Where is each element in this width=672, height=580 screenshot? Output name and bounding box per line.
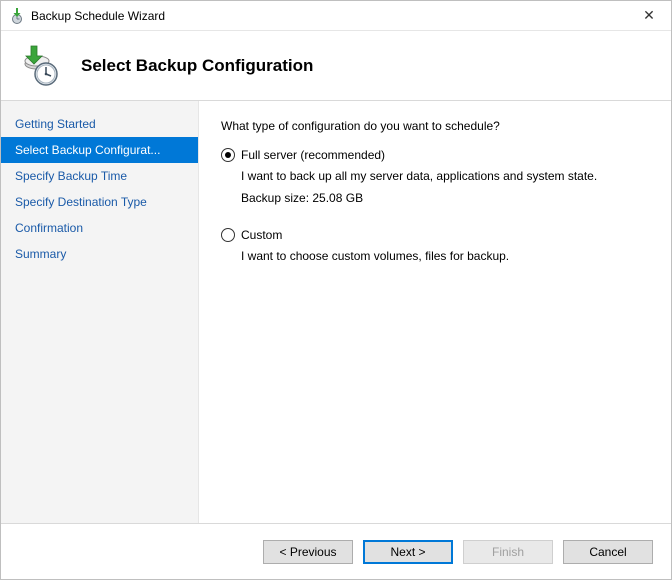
option-full-server-size: Backup size: 25.08 GB bbox=[241, 189, 649, 207]
sidebar-step-confirmation[interactable]: Confirmation bbox=[1, 215, 198, 241]
footer: < Previous Next > Finish Cancel bbox=[1, 523, 671, 579]
content-pane: What type of configuration do you want t… bbox=[199, 101, 671, 523]
wizard-window: Backup Schedule Wizard ✕ Select Backup C… bbox=[0, 0, 672, 580]
sidebar-step-specify-backup-time[interactable]: Specify Backup Time bbox=[1, 163, 198, 189]
sidebar-step-getting-started[interactable]: Getting Started bbox=[1, 111, 198, 137]
radio-full-server[interactable] bbox=[221, 148, 235, 162]
option-custom-desc: I want to choose custom volumes, files f… bbox=[241, 247, 649, 265]
window-title: Backup Schedule Wizard bbox=[31, 9, 627, 23]
next-button[interactable]: Next > bbox=[363, 540, 453, 564]
body: Getting Started Select Backup Configurat… bbox=[1, 101, 671, 523]
header: Select Backup Configuration bbox=[1, 31, 671, 101]
sidebar-step-select-backup-config[interactable]: Select Backup Configurat... bbox=[1, 137, 198, 163]
page-title: Select Backup Configuration bbox=[81, 56, 313, 76]
option-custom-label: Custom bbox=[241, 227, 282, 243]
app-icon bbox=[9, 8, 25, 24]
titlebar: Backup Schedule Wizard ✕ bbox=[1, 1, 671, 31]
sidebar: Getting Started Select Backup Configurat… bbox=[1, 101, 199, 523]
option-custom[interactable]: Custom bbox=[221, 227, 649, 243]
close-icon: ✕ bbox=[643, 7, 655, 24]
sidebar-step-specify-destination-type[interactable]: Specify Destination Type bbox=[1, 189, 198, 215]
finish-button: Finish bbox=[463, 540, 553, 564]
option-full-server-desc: I want to back up all my server data, ap… bbox=[241, 167, 649, 185]
config-question: What type of configuration do you want t… bbox=[221, 119, 649, 133]
close-button[interactable]: ✕ bbox=[627, 1, 671, 31]
sidebar-step-summary[interactable]: Summary bbox=[1, 241, 198, 267]
previous-button[interactable]: < Previous bbox=[263, 540, 353, 564]
cancel-button[interactable]: Cancel bbox=[563, 540, 653, 564]
backup-schedule-icon bbox=[15, 42, 63, 90]
radio-custom[interactable] bbox=[221, 228, 235, 242]
option-full-server[interactable]: Full server (recommended) bbox=[221, 147, 649, 163]
option-full-server-label: Full server (recommended) bbox=[241, 147, 385, 163]
